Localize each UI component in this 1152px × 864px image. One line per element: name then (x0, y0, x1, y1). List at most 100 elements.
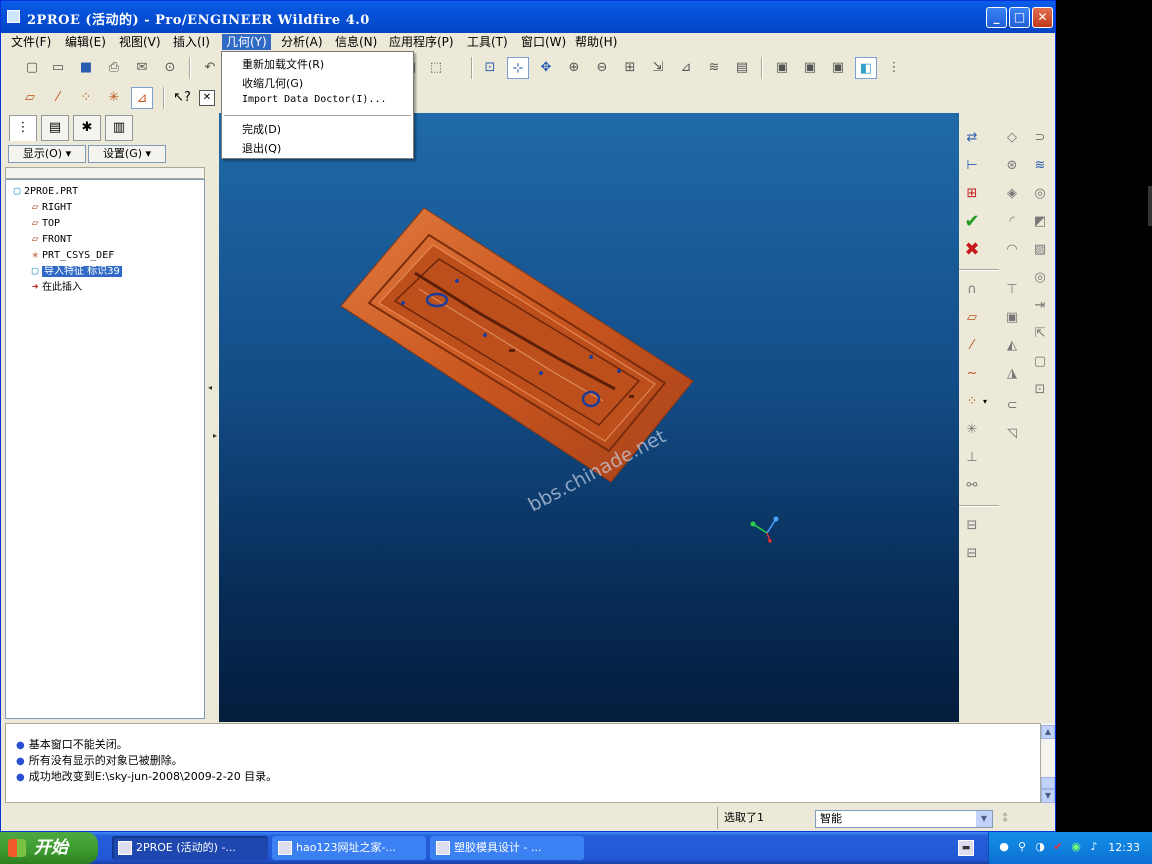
media-icon[interactable]: ◉ (1069, 840, 1083, 854)
reorient-icon[interactable]: ⇲ (647, 57, 669, 79)
selection-filter-select[interactable]: 智能 ▼ (815, 810, 993, 828)
orient-mode-icon[interactable]: ✥ (535, 57, 557, 79)
save-icon[interactable]: ■ (75, 57, 97, 79)
menu-window[interactable]: 窗口(W) (517, 34, 570, 50)
view-manager-icon[interactable]: ▤ (731, 57, 753, 79)
tree-node-selected[interactable]: ▢ 导入特征 标识39 (28, 264, 122, 278)
menu-info[interactable]: 信息(N) (331, 34, 381, 50)
csys-tool-icon[interactable]: ✳ (961, 419, 983, 441)
close-window-icon[interactable]: ✕ (199, 90, 215, 106)
trim-icon[interactable]: ⊤ (1001, 279, 1023, 301)
tree-node[interactable]: ✳ PRT_CSYS_DEF (28, 248, 115, 262)
shell-icon[interactable]: ◠ (1001, 239, 1023, 261)
sketch-link-icon[interactable]: ⚯ (961, 475, 983, 497)
revolve-icon[interactable]: ⊃ (1029, 127, 1051, 149)
favorites-tab[interactable]: ✱ (73, 115, 101, 141)
menu-geometry[interactable]: 几何(Y) (222, 34, 271, 50)
spin-center-icon[interactable]: ⊹ (507, 57, 529, 79)
new-file-icon[interactable]: ▢ (21, 57, 43, 79)
menu-file[interactable]: 文件(F) (7, 34, 55, 50)
scroll-up-icon[interactable]: ▲ (1041, 725, 1055, 739)
message-scrollbar[interactable]: ▲ ▼ (1041, 723, 1055, 803)
sketch-icon[interactable]: ∩ (961, 279, 983, 301)
hidden-line-icon[interactable]: ▣ (799, 57, 821, 79)
send-mail-icon[interactable]: ✉ (131, 57, 153, 79)
folder-browser-tab[interactable]: ▤ (41, 115, 69, 141)
model-tree-settings-icon[interactable]: ⋮ (883, 57, 905, 79)
chevron-down-icon[interactable]: ▼ (976, 811, 992, 827)
shading-icon[interactable]: ◧ (855, 57, 877, 79)
print-icon[interactable]: ⎙ (103, 57, 125, 79)
chamfer-icon[interactable]: ◩ (1029, 211, 1051, 233)
merge-icon[interactable]: ◭ (1001, 335, 1023, 357)
qq-icon[interactable]: ● (997, 840, 1011, 854)
menu-shrinkwrap-geometry[interactable]: 收缩几何(G) (242, 75, 303, 91)
analysis-feature-icon[interactable]: ⊥ (961, 447, 983, 469)
point-flyout-arrow-icon[interactable]: ▾ (979, 391, 991, 413)
rib-icon[interactable]: ▨ (1029, 239, 1051, 261)
menu-done[interactable]: 完成(D) (242, 121, 281, 137)
menu-quit[interactable]: 退出(Q) (242, 140, 281, 156)
hole-icon[interactable]: ◎ (1029, 183, 1051, 205)
datum-plane-display-icon[interactable]: ▱ (19, 87, 41, 109)
menu-analysis[interactable]: 分析(A) (277, 34, 327, 50)
menu-import-data-doctor[interactable]: Import Data Doctor(I)... (242, 94, 387, 105)
extrude-icon[interactable]: ◇ (1001, 127, 1023, 149)
datum-point-display-icon[interactable]: ⁘ (75, 87, 97, 109)
expand-right-icon[interactable]: ▸ (213, 431, 217, 440)
close-button[interactable]: ✕ (1032, 7, 1053, 28)
tree-node[interactable]: ▱ FRONT (28, 232, 72, 246)
wireframe-icon[interactable]: ▣ (771, 57, 793, 79)
zoom-out-icon[interactable]: ⊖ (591, 57, 613, 79)
undo-icon[interactable]: ↶ (199, 57, 221, 79)
panel-splitter[interactable]: ◂ ▸ (207, 113, 219, 722)
datum-plane-tool-icon[interactable]: ▱ (961, 307, 983, 329)
collapse-left-icon[interactable]: ◂ (208, 383, 212, 392)
edit-definition-icon[interactable]: ⇄ (961, 127, 983, 149)
volume-icon[interactable]: ♪ (1087, 840, 1101, 854)
show-button[interactable]: 显示(O) ▾ (8, 145, 86, 163)
solidify-icon[interactable]: ▢ (1029, 351, 1051, 373)
intersect-icon[interactable]: ◮ (1001, 363, 1023, 385)
tree-node[interactable]: ▱ RIGHT (28, 200, 72, 214)
maximize-button[interactable]: □ (1009, 7, 1030, 28)
add-feature-icon[interactable]: ⊞ (961, 183, 983, 205)
variable-sweep-icon[interactable]: ◈ (1001, 183, 1023, 205)
blend-icon[interactable]: ≋ (1029, 155, 1051, 177)
round-icon[interactable]: ◜ (1001, 211, 1023, 233)
security-icon[interactable]: ◑ (1033, 840, 1047, 854)
copy-paste-icon[interactable]: ⊟ (961, 515, 983, 537)
project-icon[interactable]: ⊡ (1029, 379, 1051, 401)
model-tree-tab[interactable]: ⋮ (9, 115, 37, 141)
cancel-x-icon[interactable]: ✖ (961, 239, 983, 261)
menu-insert[interactable]: 插入(I) (169, 34, 214, 50)
extend-icon[interactable]: ⇱ (1029, 323, 1051, 345)
keyboard-icon[interactable]: ▬ (958, 840, 974, 856)
no-hidden-icon[interactable]: ▣ (827, 57, 849, 79)
saved-views-icon[interactable]: ⊿ (675, 57, 697, 79)
traffic-light-icon[interactable]: ⦂ (1003, 809, 1007, 825)
selection-box-icon[interactable]: ⬚ (425, 57, 447, 79)
draft-icon[interactable]: ◎ (1029, 267, 1051, 289)
settings-button[interactable]: 设置(G) ▾ (88, 145, 166, 163)
start-button[interactable]: 开始 (0, 832, 98, 864)
menu-help[interactable]: 帮助(H) (571, 34, 621, 50)
taskbar-item-browser[interactable]: hao123网址之家-... (272, 836, 426, 860)
model-canvas[interactable]: bbs.chinade.net (219, 113, 959, 722)
paste-special-icon[interactable]: ⊟ (961, 543, 983, 565)
menu-applications[interactable]: 应用程序(P) (385, 34, 458, 50)
tree-node[interactable]: ➜ 在此插入 (28, 280, 82, 294)
datum-curve-tool-icon[interactable]: ∼ (961, 363, 983, 385)
wrap-icon[interactable]: ⊂ (1001, 395, 1023, 417)
send-link-icon[interactable]: ⊙ (159, 57, 181, 79)
layers-icon[interactable]: ≋ (703, 57, 725, 79)
minimize-button[interactable]: _ (986, 7, 1007, 28)
datum-tree-icon[interactable]: ⊢ (961, 155, 983, 177)
accept-check-icon[interactable]: ✔ (961, 211, 983, 233)
menu-view[interactable]: 视图(V) (115, 34, 165, 50)
datum-axis-display-icon[interactable]: ⁄ (47, 87, 69, 109)
antivirus-icon[interactable]: ✔ (1051, 840, 1065, 854)
sweep-icon[interactable]: ⊛ (1001, 155, 1023, 177)
boundary-blend-icon[interactable]: ◹ (1001, 423, 1023, 445)
thicken-icon[interactable]: ▣ (1001, 307, 1023, 329)
